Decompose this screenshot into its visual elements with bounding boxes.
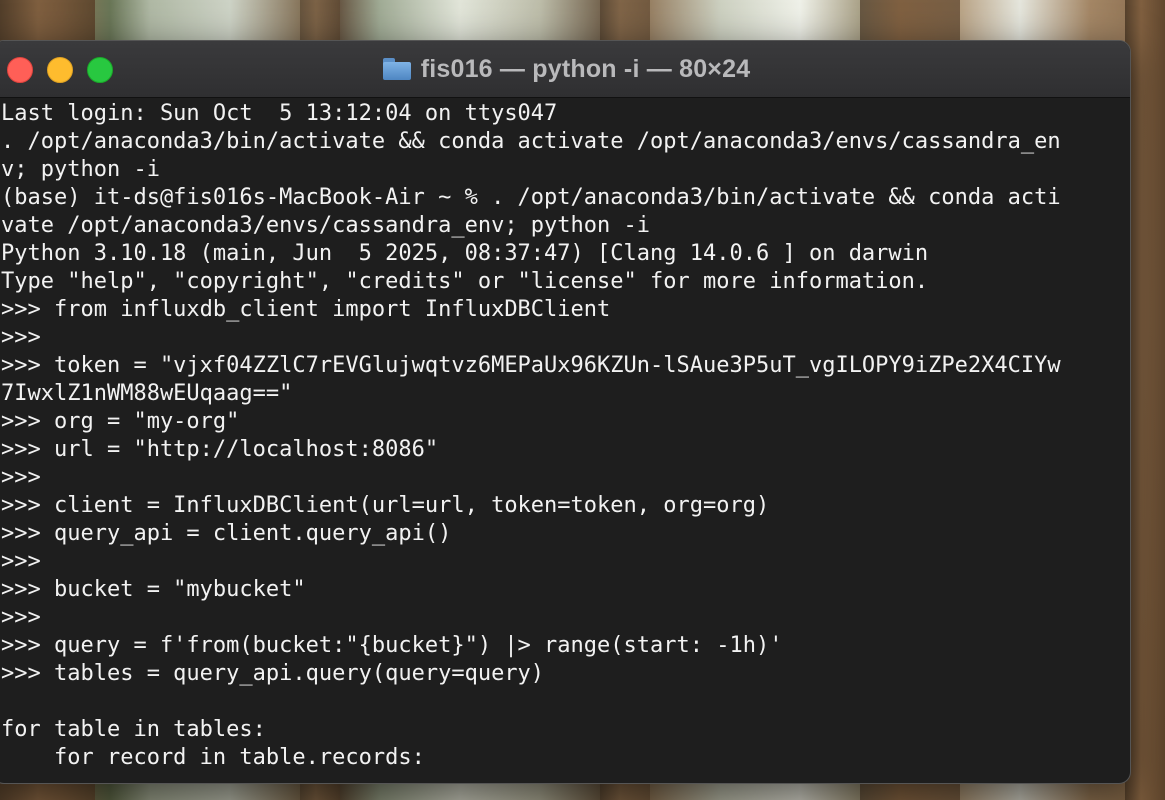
terminal-line: >>> query = f'from(bucket:"{bucket}") |>…	[1, 633, 783, 658]
terminal-line: vate /opt/anaconda3/envs/cassandra_env; …	[1, 213, 651, 238]
window-title: fis016 — python -i — 80×24	[420, 54, 751, 83]
terminal-line: >>> from influxdb_client import InfluxDB…	[1, 297, 611, 322]
terminal-line: Type "help", "copyright", "credits" or "…	[1, 269, 929, 294]
title-bar[interactable]: fis016 — python -i — 80×24	[0, 41, 1130, 98]
terminal-line: >>> org = "my-org"	[1, 409, 240, 434]
terminal-line: for record in table.records:	[1, 745, 425, 770]
window-title-group: fis016 — python -i — 80×24	[0, 41, 1130, 97]
terminal-line: >>> query_api = client.query_api()	[1, 521, 452, 546]
terminal-line: . /opt/anaconda3/bin/activate && conda a…	[1, 129, 1061, 154]
terminal-window[interactable]: fis016 — python -i — 80×24 Last login: S…	[0, 40, 1131, 784]
terminal-line: >>>	[1, 465, 41, 490]
terminal-line: >>>	[1, 549, 41, 574]
terminal-line: 7IwxlZ1nWM88wEUqaag=="	[1, 381, 293, 406]
terminal-line: for table in tables:	[1, 717, 266, 742]
terminal-line: >>>	[1, 325, 41, 350]
terminal-output[interactable]: Last login: Sun Oct 5 13:12:04 on ttys04…	[1, 98, 1126, 783]
terminal-line: (base) it-ds@fis016s-MacBook-Air ~ % . /…	[1, 185, 1061, 210]
terminal-line: Python 3.10.18 (main, Jun 5 2025, 08:37:…	[1, 241, 929, 266]
terminal-line: >>>	[1, 605, 41, 630]
folder-icon	[382, 58, 411, 80]
terminal-line: Last login: Sun Oct 5 13:12:04 on ttys04…	[1, 101, 558, 126]
terminal-line: v; python -i	[1, 157, 160, 182]
terminal-line: >>> client = InfluxDBClient(url=url, tok…	[1, 493, 770, 518]
terminal-line: >>> bucket = "mybucket"	[1, 577, 306, 602]
terminal-line: >>> url = "http://localhost:8086"	[1, 437, 439, 462]
terminal-line: >>> tables = query_api.query(query=query…	[1, 661, 545, 686]
terminal-line: >>> token = "vjxf04ZZlC7rEVGlujwqtvz6MEP…	[1, 353, 1061, 378]
background-tree-trunk	[1125, 0, 1165, 800]
